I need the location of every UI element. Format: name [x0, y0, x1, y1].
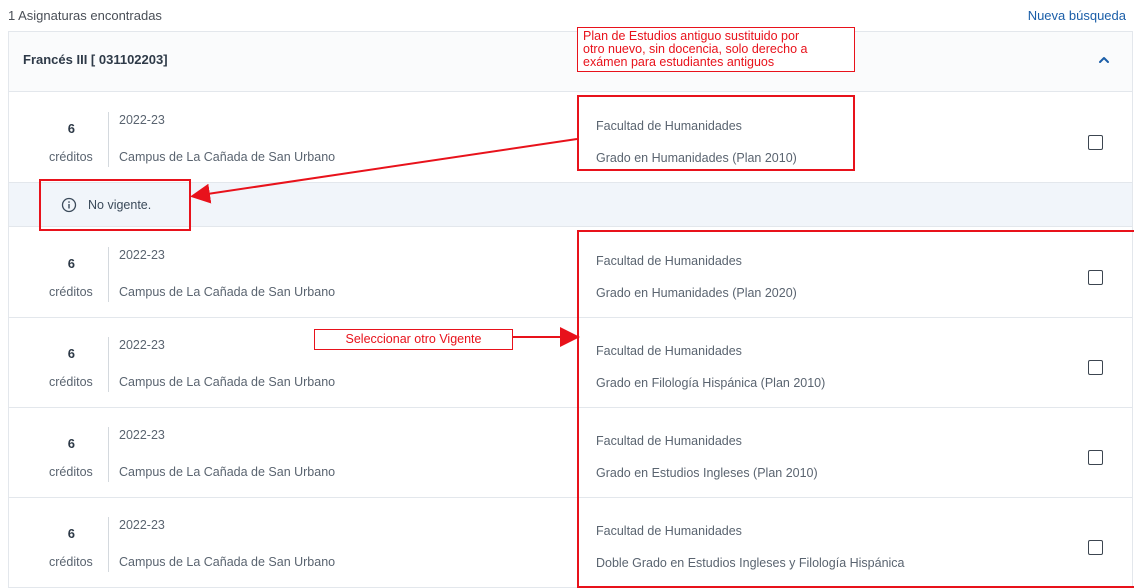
status-notice: No vigente.: [9, 183, 1132, 227]
faculty-name: Facultad de Humanidades: [596, 344, 742, 358]
campus-name: Campus de La Cañada de San Urbano: [119, 465, 336, 479]
degree-name: Grado en Humanidades (Plan 2020): [596, 286, 797, 300]
new-search-link[interactable]: Nueva búsqueda: [1028, 8, 1126, 23]
offering-row: 6 créditos 2022-23 Campus de La Cañada d…: [9, 498, 1132, 588]
results-count: 1 Asignaturas encontradas: [8, 8, 162, 23]
offering-row: 6 créditos 2022-23 Campus de La Cañada d…: [9, 93, 1132, 183]
select-checkbox[interactable]: [1088, 270, 1103, 285]
campus-name: Campus de La Cañada de San Urbano: [119, 555, 336, 569]
credits-value: 6: [67, 526, 75, 541]
campus-name: Campus de La Cañada de San Urbano: [119, 150, 336, 164]
divider: [108, 517, 109, 572]
select-checkbox[interactable]: [1088, 135, 1103, 150]
degree-name: Grado en Estudios Ingleses (Plan 2010): [596, 466, 818, 480]
credits-value: 6: [67, 346, 75, 361]
academic-year: 2022-23: [119, 248, 165, 262]
info-icon: [61, 197, 77, 213]
credits-label: créditos: [49, 150, 93, 164]
credits-label: créditos: [49, 375, 93, 389]
offering-row: 6 créditos 2022-23 Campus de La Cañada d…: [9, 228, 1132, 318]
offering-row: 6 créditos 2022-23 Campus de La Cañada d…: [9, 318, 1132, 408]
faculty-name: Facultad de Humanidades: [596, 119, 742, 133]
credits-value: 6: [67, 121, 75, 136]
credits-value: 6: [67, 256, 75, 271]
offering-row: 6 créditos 2022-23 Campus de La Cañada d…: [9, 408, 1132, 498]
note-line: exámen para estudiantes antiguos: [583, 55, 775, 69]
degree-name: Grado en Humanidades (Plan 2010): [596, 151, 797, 165]
academic-year: 2022-23: [119, 518, 165, 532]
subject-panel: Francés III [ 031102203] 6 créditos 2022…: [8, 31, 1133, 588]
divider: [108, 247, 109, 302]
results-toolbar: 1 Asignaturas encontradas Nueva búsqueda: [0, 0, 1134, 31]
faculty-name: Facultad de Humanidades: [596, 254, 742, 268]
annotation-old-plan-note: Plan de Estudios antiguo sustituido por …: [577, 27, 855, 72]
degree-name: Grado en Filología Hispánica (Plan 2010): [596, 376, 826, 390]
academic-year: 2022-23: [119, 428, 165, 442]
select-checkbox[interactable]: [1088, 540, 1103, 555]
chevron-up-icon[interactable]: [1096, 52, 1112, 68]
select-checkbox[interactable]: [1088, 360, 1103, 375]
degree-name: Doble Grado en Estudios Ingleses y Filol…: [596, 556, 905, 570]
credits-label: créditos: [49, 465, 93, 479]
divider: [108, 427, 109, 482]
annotation-select-other: Seleccionar otro Vigente: [314, 329, 513, 350]
note-text: Seleccionar otro Vigente: [345, 332, 482, 346]
subject-header[interactable]: Francés III [ 031102203]: [9, 32, 1132, 92]
academic-year: 2022-23: [119, 113, 165, 127]
credits-value: 6: [67, 436, 75, 451]
credits-label: créditos: [49, 285, 93, 299]
divider: [108, 337, 109, 392]
select-checkbox[interactable]: [1088, 450, 1103, 465]
notice-text: No vigente.: [88, 198, 152, 212]
campus-name: Campus de La Cañada de San Urbano: [119, 375, 336, 389]
credits-label: créditos: [49, 555, 93, 569]
faculty-name: Facultad de Humanidades: [596, 434, 742, 448]
divider: [108, 112, 109, 167]
subject-title: Francés III [ 031102203]: [23, 52, 168, 67]
faculty-name: Facultad de Humanidades: [596, 524, 742, 538]
academic-year: 2022-23: [119, 338, 165, 352]
campus-name: Campus de La Cañada de San Urbano: [119, 285, 336, 299]
